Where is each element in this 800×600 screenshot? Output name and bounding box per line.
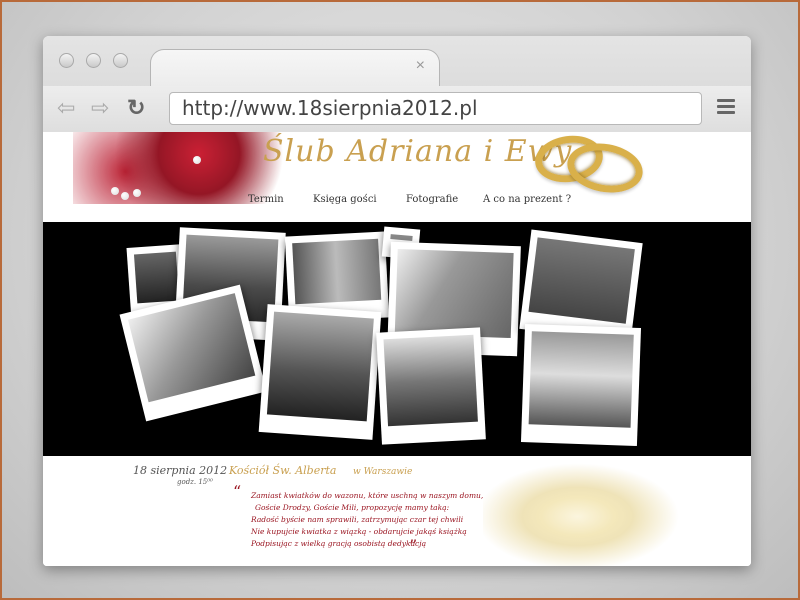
site-title: Ślub Adriana i Ewy <box>263 134 573 169</box>
back-icon[interactable]: ⇦ <box>57 94 75 122</box>
quote-close-mark: ” <box>409 536 418 555</box>
forward-icon[interactable]: ⇨ <box>91 94 109 122</box>
close-tab-icon[interactable]: × <box>416 57 425 75</box>
quote-open-mark: “ <box>233 482 242 501</box>
pearl-decoration <box>133 189 141 197</box>
browser-tab[interactable]: × <box>150 49 440 87</box>
poem-line: Radość byście nam sprawili, zatrzymując … <box>251 515 464 524</box>
wedding-poem: Zamiast kwiatków do wazonu, które uschną… <box>241 490 501 550</box>
site-header: Ślub Adriana i Ewy Termin Księga gości F… <box>43 131 751 222</box>
white-rose-image <box>483 456 693 566</box>
wedding-rings-image <box>532 131 653 199</box>
poem-line: Goście Drodzy, Goście Mili, propozycję m… <box>255 503 450 512</box>
reload-icon[interactable]: ↻ <box>127 94 145 122</box>
pearl-decoration <box>193 156 201 164</box>
menu-icon[interactable] <box>717 99 735 117</box>
photo-collage-banner <box>43 222 751 456</box>
event-city: w Warszawie <box>353 467 413 477</box>
browser-window: × ⇦ ⇨ ↻ http://www.18sierpnia2012.pl Ślu… <box>43 36 751 566</box>
browser-toolbar: ⇦ ⇨ ↻ http://www.18sierpnia2012.pl <box>43 86 751 132</box>
poem-line: Podpisując z wielką gracją osobistą dedy… <box>251 539 427 548</box>
event-date: 18 sierpnia 2012 <box>133 464 228 477</box>
poem-line: Zamiast kwiatków do wazonu, które uschną… <box>251 491 484 500</box>
pearl-decoration <box>111 187 119 195</box>
event-church: Kościół Św. Alberta <box>229 464 337 477</box>
browser-chrome: × ⇦ ⇨ ↻ http://www.18sierpnia2012.pl <box>43 36 751 132</box>
nav-termin[interactable]: Termin <box>248 194 284 205</box>
poem-line: Nie kupujcie kwiatka z wiązką - obdarujc… <box>251 527 467 536</box>
event-time: godz. 15⁰⁰ <box>177 478 213 486</box>
address-bar[interactable]: http://www.18sierpnia2012.pl <box>169 92 702 125</box>
site-footer: 18 sierpnia 2012 godz. 15⁰⁰ Kościół Św. … <box>43 456 751 566</box>
pearl-decoration <box>121 192 129 200</box>
web-page: Ślub Adriana i Ewy Termin Księga gości F… <box>43 131 751 566</box>
nav-guestbook[interactable]: Księga gości <box>313 194 377 205</box>
window-minimize-button[interactable] <box>86 53 101 68</box>
collage-photo <box>376 327 486 445</box>
nav-gift[interactable]: A co na prezent ? <box>483 194 571 205</box>
collage-photo <box>258 304 382 440</box>
window-maximize-button[interactable] <box>113 53 128 68</box>
nav-photos[interactable]: Fotografie <box>406 194 458 205</box>
collage-photo <box>520 324 642 446</box>
window-close-button[interactable] <box>59 53 74 68</box>
